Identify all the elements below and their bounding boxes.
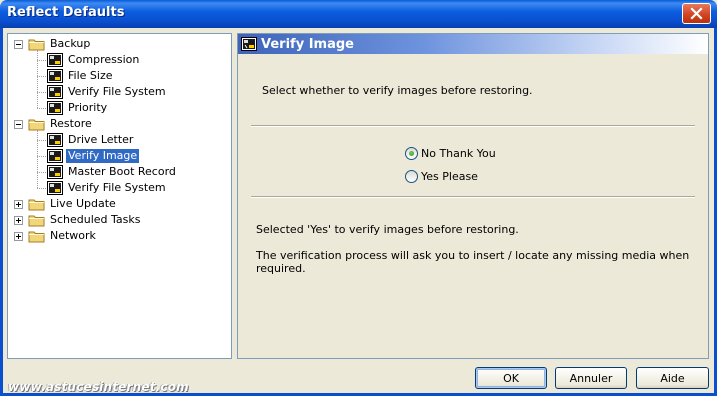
tree-item-compression[interactable]: Compression (47, 52, 141, 68)
panel-title: Verify Image (261, 36, 354, 52)
tree-item-verify-image[interactable]: Verify Image (47, 148, 140, 164)
setting-icon (47, 181, 63, 195)
tree-connector (37, 130, 38, 188)
tree-item-priority[interactable]: Priority (47, 100, 109, 116)
tree-item-label: Verify Image (66, 149, 140, 163)
tree-item-label: Network (50, 229, 96, 242)
setting-icon (47, 101, 63, 115)
setting-icon (47, 85, 63, 99)
folder-icon (28, 197, 46, 211)
radio-yes-please[interactable] (405, 170, 418, 183)
tree-item-drive-letter[interactable]: Drive Letter (47, 132, 135, 148)
tree-connector (37, 188, 46, 189)
setting-icon (47, 69, 63, 83)
tree-item-label: Verify File System (68, 85, 166, 98)
tree-item-label: Restore (50, 117, 92, 130)
tree-connector (37, 108, 46, 109)
separator (251, 196, 695, 198)
setting-icon (47, 149, 63, 163)
radio-label: No Thank You (421, 147, 496, 160)
watermark: www.astucesinternet.com (8, 380, 189, 394)
info-text: The verification process will ask you to… (256, 249, 690, 275)
tree-item-label: Drive Letter (68, 133, 134, 146)
tree-item-verify-file-system[interactable]: Verify File System (47, 180, 168, 196)
close-button[interactable] (682, 3, 711, 24)
tree-connector (37, 76, 46, 77)
setting-icon (47, 53, 63, 67)
tree-connector (37, 92, 46, 93)
ok-button[interactable]: OK (475, 367, 547, 389)
cancel-button[interactable]: Annuler (555, 367, 627, 389)
tree-item-label: Backup (50, 37, 91, 50)
tree-item-label: File Size (68, 69, 113, 82)
tree-item-label: Live Update (50, 197, 116, 210)
info-text: Selected 'Yes' to verify images before r… (256, 223, 519, 236)
tree-item-network[interactable]: Network (28, 228, 98, 244)
folder-icon (28, 229, 46, 243)
expand-icon[interactable] (14, 216, 23, 225)
collapse-icon[interactable] (14, 120, 23, 129)
tree-item-master-boot-record[interactable]: Master Boot Record (47, 164, 178, 180)
folder-icon (28, 213, 46, 227)
help-button[interactable]: Aide (636, 367, 709, 389)
option-yes-please[interactable]: Yes Please (405, 170, 478, 183)
title-bar[interactable]: Reflect Defaults (0, 0, 717, 28)
radio-no-thank-you[interactable] (405, 147, 418, 160)
tree-item-label: Scheduled Tasks (50, 213, 141, 226)
tree-item-label: Master Boot Record (68, 165, 176, 178)
collapse-icon[interactable] (14, 40, 23, 49)
separator (251, 125, 695, 127)
tree-connector (37, 140, 46, 141)
folder-icon (28, 37, 46, 51)
close-icon (690, 7, 703, 20)
tree-item-label: Priority (68, 101, 108, 114)
window-title: Reflect Defaults (7, 5, 125, 20)
tree-item-live-update[interactable]: Live Update (28, 196, 118, 212)
tree-item-label: Verify File System (68, 181, 166, 194)
settings-tree[interactable]: Backup Compression File Size Verify File Sy… (7, 33, 232, 359)
tree-item-file-size[interactable]: File Size (47, 68, 114, 84)
radio-label: Yes Please (421, 170, 478, 183)
expand-icon[interactable] (14, 200, 23, 209)
tree-item-label: Compression (68, 53, 140, 66)
tree-item-scheduled-tasks[interactable]: Scheduled Tasks (28, 212, 143, 228)
settings-panel: Verify Image Select whether to verify im… (237, 33, 709, 359)
tree-connector (37, 50, 38, 108)
tree-connector (37, 60, 46, 61)
panel-header: Verify Image (238, 34, 708, 54)
setting-icon (47, 133, 63, 147)
tree-item-verify-file-system[interactable]: Verify File System (47, 84, 168, 100)
tree-connector (37, 172, 46, 173)
verify-image-icon (241, 37, 257, 51)
tree-connector (37, 156, 46, 157)
setting-icon (47, 165, 63, 179)
folder-icon (28, 117, 46, 131)
panel-description: Select whether to verify images before r… (262, 84, 533, 97)
expand-icon[interactable] (14, 232, 23, 241)
option-no-thank-you[interactable]: No Thank You (405, 147, 496, 160)
